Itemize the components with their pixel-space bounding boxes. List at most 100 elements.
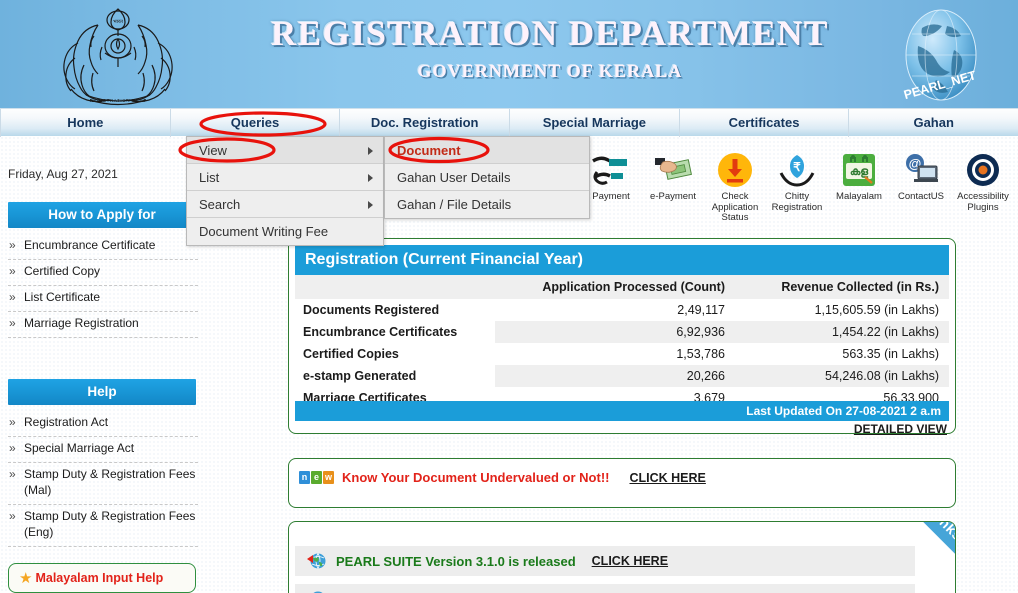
news-click-here-link[interactable]: CLICK HERE (592, 554, 668, 568)
chevron-right-icon: » (9, 290, 16, 304)
sidebar-item-stamp-duty-mal[interactable]: » Stamp Duty & Registration Fees (Mal) (8, 463, 198, 505)
menu-item-label: View (199, 143, 227, 158)
news-text: PEARL SUITE Version 3.1.0 is released (336, 553, 576, 569)
row-count: 1,53,786 (676, 347, 725, 361)
nav-item-gahan[interactable]: Gahan (849, 109, 1018, 137)
e-payment-link[interactable]: e-Payment (642, 150, 704, 222)
row-label: e-stamp Generated (295, 365, 495, 387)
svg-text:भारत: भारत (113, 19, 123, 25)
e-payment-label: e-Payment (650, 191, 696, 202)
new-badge-letter: e (311, 471, 322, 484)
page-subtitle: GOVERNMENT OF KERALA (417, 61, 683, 81)
menu-item-document[interactable]: Document (385, 137, 589, 164)
chitty-registration-label: Chitty Registration (771, 191, 823, 213)
main-navigation[interactable]: Home Queries Doc. Registration Special M… (0, 108, 1018, 137)
sidebar-item-list-certificate[interactable]: » List Certificate (8, 286, 198, 312)
quick-links-icon-row[interactable]: Payment e-Payment Check Application Stat… (580, 150, 1018, 223)
chevron-right-icon: » (9, 264, 16, 278)
menu-item-label: Gahan User Details (397, 170, 511, 185)
star-icon: ★ (19, 570, 33, 587)
table-row: Certified Copies 1,53,786 563.35 (in Lak… (295, 343, 949, 365)
registration-stats-panel: Registration (Current Financial Year) Ap… (288, 238, 956, 436)
chitty-registration-link[interactable]: ₹ Chitty Registration (766, 150, 828, 222)
sidebar-item-label: Stamp Duty & Registration Fees (Mal) (24, 467, 196, 497)
sidebar-item-marriage-registration[interactable]: » Marriage Registration (8, 312, 198, 338)
sidebar-item-label: Certified Copy (24, 264, 101, 278)
nav-item-doc-registration[interactable]: Doc. Registration (340, 109, 511, 137)
check-application-status-icon (704, 150, 766, 190)
links-ribbon-label[interactable]: Links (891, 522, 955, 579)
undervalued-row: n e w Know Your Document Undervalued or … (299, 470, 706, 485)
menu-item-label: List (199, 170, 220, 185)
view-submenu[interactable]: Document Gahan User Details Gahan / File… (384, 136, 590, 219)
globe-bullet-icon (307, 553, 326, 569)
page-title: REGISTRATION DEPARTMENT (270, 14, 829, 53)
column-header-revenue-collected: Revenue Collected (in Rs.) (735, 275, 949, 299)
menu-item-document-writing-fee[interactable]: Document Writing Fee (187, 218, 383, 245)
menu-item-label: Gahan / File Details (397, 197, 512, 212)
table-header-row: Application Processed (Count) Revenue Co… (295, 275, 949, 299)
sidebar-item-label: List Certificate (24, 290, 101, 304)
sidebar-item-registration-act[interactable]: » Registration Act (8, 411, 198, 437)
column-header-application-processed: Application Processed (Count) (495, 275, 735, 299)
detailed-view-link[interactable]: DETAILED VIEW (854, 422, 947, 436)
sidebar-item-label: Encumbrance Certificate (24, 238, 156, 252)
news-item: PEARL SUITE Version 3.1.0 is released CL… (295, 546, 915, 576)
row-label: Documents Registered (303, 303, 440, 317)
chevron-right-icon: » (9, 316, 16, 330)
menu-item-search[interactable]: Search (187, 191, 383, 218)
queries-dropdown-menu[interactable]: View List Search Document Writing Fee (186, 136, 384, 246)
nav-item-certificates[interactable]: Certificates (680, 109, 850, 137)
menu-item-gahan-file-details[interactable]: Gahan / File Details (385, 191, 589, 218)
sidebar-item-encumbrance-certificate[interactable]: » Encumbrance Certificate (8, 234, 198, 260)
nav-item-home[interactable]: Home (0, 109, 171, 137)
check-application-status-label: Check Application Status (711, 191, 759, 223)
row-revenue: 1,15,605.59 (in Lakhs) (814, 303, 939, 317)
sidebar-item-stamp-duty-eng[interactable]: » Stamp Duty & Registration Fees (Eng) (8, 505, 198, 547)
table-row: Documents Registered 2,49,117 1,15,605.5… (295, 299, 949, 321)
sidebar-item-label: Stamp Duty & Registration Fees (Eng) (24, 509, 196, 539)
new-badge-letter: w (323, 471, 334, 484)
svg-text:REGISTRATION DEPT: REGISTRATION DEPT (90, 98, 147, 103)
row-revenue: 563.35 (in Lakhs) (842, 347, 939, 361)
sidebar-heading-help: Help (8, 379, 196, 405)
nav-item-special-marriage[interactable]: Special Marriage (510, 109, 680, 137)
contact-us-link[interactable]: @ ContactUS (890, 150, 952, 222)
row-count: 20,266 (495, 365, 735, 387)
accessibility-plugins-link[interactable]: Accessibility Plugins (952, 150, 1014, 222)
malayalam-input-help-button[interactable]: ★ Malayalam Input Help (8, 563, 196, 593)
contact-us-label: ContactUS (898, 191, 944, 202)
menu-item-view[interactable]: View (187, 137, 383, 164)
sidebar-item-certified-copy[interactable]: » Certified Copy (8, 260, 198, 286)
sidebar-help-list[interactable]: » Registration Act » Special Marriage Ac… (8, 411, 198, 547)
menu-item-list[interactable]: List (187, 164, 383, 191)
sidebar-apply-list[interactable]: » Encumbrance Certificate » Certified Co… (8, 234, 198, 338)
malayalam-input-help-label: Malayalam Input Help (35, 571, 164, 585)
registration-stats-table: Application Processed (Count) Revenue Co… (295, 275, 949, 409)
row-count: 6,92,936 (495, 321, 735, 343)
contact-us-icon: @ (890, 150, 952, 190)
malayalam-link[interactable]: കള Malayalam (828, 150, 890, 222)
nav-item-queries[interactable]: Queries (171, 109, 341, 137)
last-updated-text: Last Updated On 27-08-2021 2 a.m (295, 401, 949, 421)
menu-item-label: Document Writing Fee (199, 224, 329, 239)
row-revenue: 1,454.22 (in Lakhs) (735, 321, 949, 343)
row-count: 2,49,117 (677, 303, 725, 317)
chitty-registration-icon: ₹ (766, 150, 828, 190)
current-date: Friday, Aug 27, 2021 (8, 167, 118, 181)
table-row: Encumbrance Certificates 6,92,936 1,454.… (295, 321, 949, 343)
menu-item-gahan-user-details[interactable]: Gahan User Details (385, 164, 589, 191)
stats-panel-title: Registration (Current Financial Year) (295, 245, 949, 275)
sidebar-item-label: Special Marriage Act (24, 441, 135, 455)
svg-text:₹: ₹ (793, 160, 801, 174)
check-application-status-link[interactable]: Check Application Status (704, 150, 766, 223)
e-payment-icon (642, 150, 704, 190)
undervalued-click-here-link[interactable]: CLICK HERE (629, 471, 705, 485)
new-badge-icon: n e w (299, 471, 334, 484)
sidebar-item-special-marriage-act[interactable]: » Special Marriage Act (8, 437, 198, 463)
undervalued-notice-panel: n e w Know Your Document Undervalued or … (288, 458, 956, 508)
news-item (295, 584, 915, 593)
accessibility-plugins-label: Accessibility Plugins (957, 191, 1009, 213)
chevron-right-icon (368, 174, 373, 182)
malayalam-label: Malayalam (836, 191, 882, 202)
